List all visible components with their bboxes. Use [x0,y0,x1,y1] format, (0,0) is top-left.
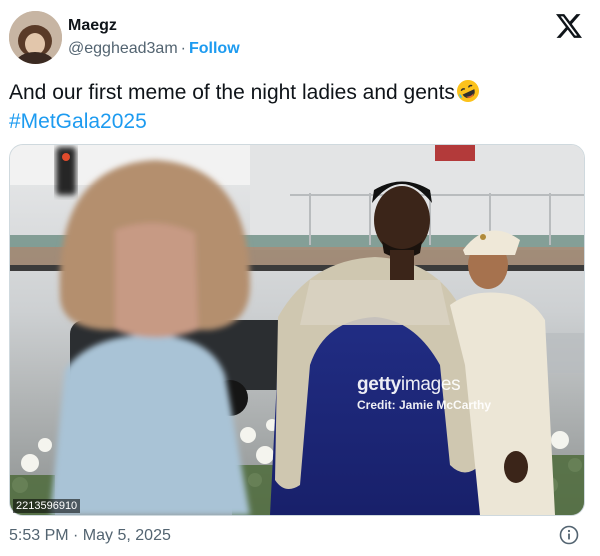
hashtag-link[interactable]: #MetGala2025 [9,107,594,136]
tweet-body: And our first meme of the night ladies a… [9,81,455,104]
image-id-label: 2213596910 [13,499,81,513]
follow-button[interactable]: Follow [189,40,240,57]
author-handle-row: @egghead3am · Follow [68,40,240,58]
watermark-bold: getty [357,374,401,395]
separator-dot: · [180,40,186,57]
tweet-card: Maegz @egghead3am · Follow And our first m… [0,0,600,556]
author-name[interactable]: Maegz [68,17,117,35]
info-icon[interactable] [559,525,579,545]
getty-images-watermark: gettyimages [357,374,461,396]
watermark-light: images [400,374,461,395]
photo-credit: Credit: Jamie McCarthy [357,398,492,412]
tweet-text: And our first meme of the night ladies a… [9,78,594,136]
avatar[interactable] [9,11,62,64]
rolling-laughing-emoji-icon [456,80,479,102]
timestamp[interactable]: 5:53 PM · May 5, 2025 [9,527,171,545]
x-logo-icon[interactable] [556,14,582,38]
tweet-photo[interactable] [9,144,585,516]
author-handle[interactable]: @egghead3am [68,40,178,57]
